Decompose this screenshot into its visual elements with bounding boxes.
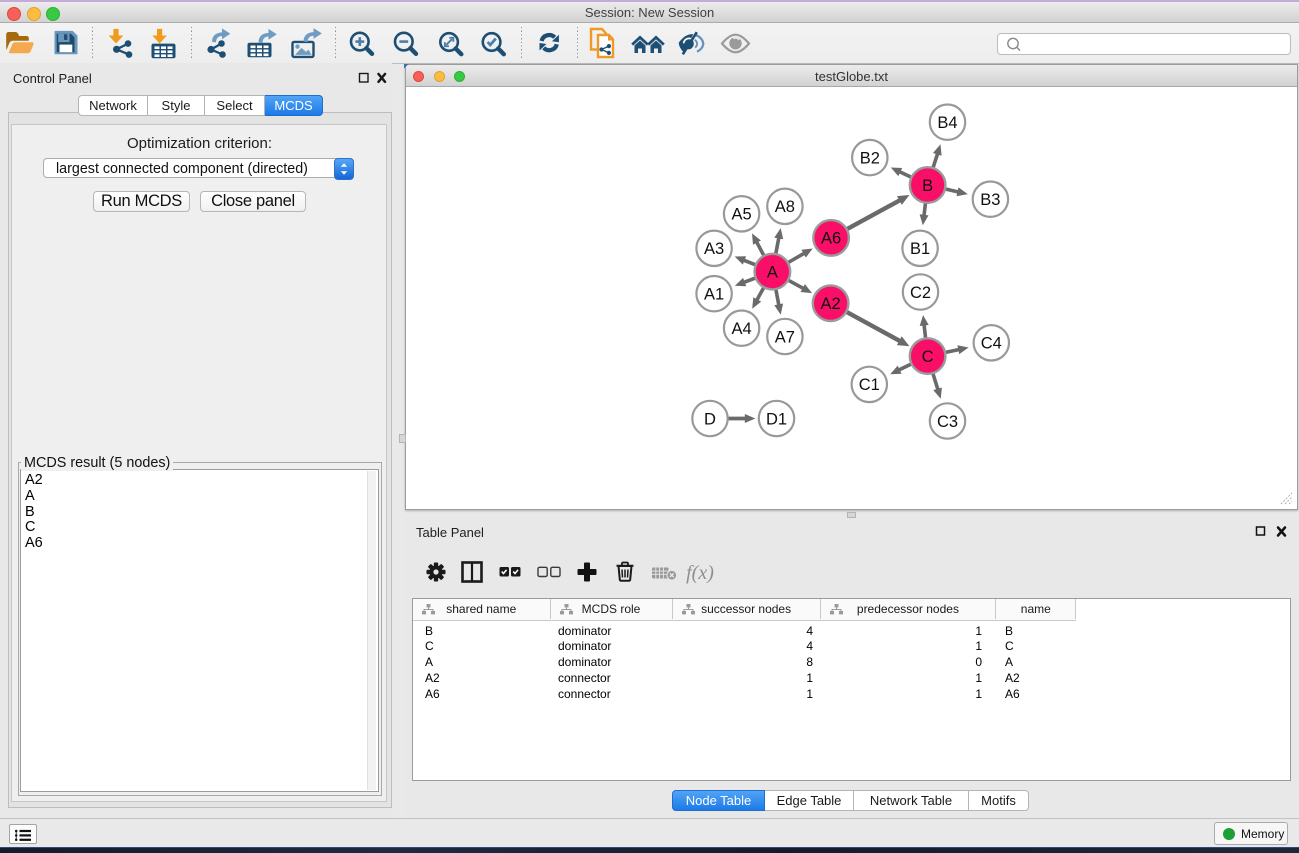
svg-text:D: D [704,410,716,428]
svg-text:B3: B3 [980,191,1000,209]
svg-text:C: C [922,348,934,366]
svg-text:A2: A2 [821,295,841,313]
svg-text:A4: A4 [732,320,752,338]
svg-text:B: B [922,177,933,195]
svg-text:A5: A5 [732,206,752,224]
svg-text:C3: C3 [937,413,958,431]
svg-text:A6: A6 [821,230,841,248]
svg-text:A3: A3 [704,240,724,258]
svg-text:D1: D1 [766,410,787,428]
svg-text:A8: A8 [775,198,795,216]
svg-text:C2: C2 [910,284,931,302]
svg-text:B2: B2 [860,149,880,167]
svg-text:A1: A1 [704,286,724,304]
svg-text:B1: B1 [910,240,930,258]
svg-text:f(x): f(x) [686,562,714,584]
svg-text:A: A [767,263,778,281]
svg-text:C4: C4 [981,335,1002,353]
svg-text:B4: B4 [937,114,957,132]
svg-text:A7: A7 [775,328,795,346]
svg-text:C1: C1 [859,376,880,394]
